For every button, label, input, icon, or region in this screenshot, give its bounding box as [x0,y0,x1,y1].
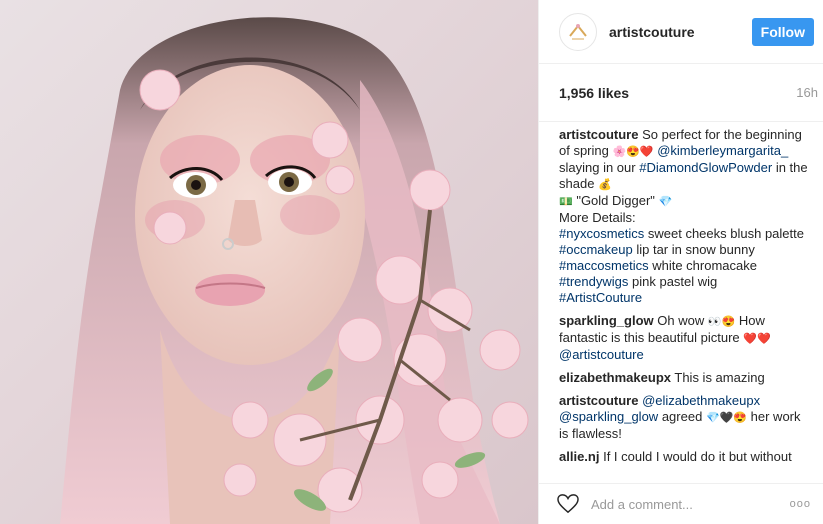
caption-username[interactable]: artistcouture [559,127,638,142]
caption-text: "Gold Digger" [576,193,655,208]
comment-username[interactable]: allie.nj [559,449,599,464]
emoji: 🌸😍❤️ [612,146,654,158]
hashtag-link[interactable]: #trendywigs [559,274,628,289]
portrait-illustration [60,17,529,524]
emoji: 💰 [598,179,612,191]
mention-link[interactable]: @artistcouture [559,347,644,362]
emoji: ❤️❤️ [743,333,771,345]
emoji: 💵 [559,196,573,208]
emoji: 💎 [658,196,673,208]
caption-text: sweet cheeks blush palette [647,226,804,241]
hashtag-link[interactable]: #occmakeup [559,242,633,257]
comment: artistcouture @elizabethmakeupx @sparkli… [559,393,809,442]
caption-text: pink pastel wig [632,274,718,289]
comments-list[interactable]: artistcouture So perfect for the beginni… [539,122,823,467]
post-time[interactable]: 16h [796,85,818,100]
add-comment-input[interactable]: Add a comment... [591,497,790,512]
mention-link[interactable]: @kimberleymargarita_ [657,143,788,158]
avatar[interactable] [559,12,597,51]
caption-text: lip tar in snow bunny [636,242,755,257]
follow-button[interactable]: Follow [751,17,814,46]
emoji: 💎🖤😍 [705,412,748,424]
hashtag-link[interactable]: #DiamondGlowPowder [639,160,772,175]
comment-username[interactable]: artistcouture [559,393,638,408]
comment: allie.nj If I could I would do it but wi… [559,449,809,467]
mention-link[interactable]: @sparkling_glow [559,409,658,424]
post-header: artistcouture Follow [539,0,823,64]
comment-username[interactable]: elizabethmakeupx [559,370,671,385]
comment-username[interactable]: sparkling_glow [559,313,654,328]
comment-bar: Add a comment... ooo [539,483,823,524]
comment: elizabethmakeupx This is amazing [559,370,809,386]
caption-text: white chromacake [652,258,757,273]
post-sidebar: artistcouture Follow 1,956 likes 16h art… [538,0,823,524]
more-options-button[interactable]: ooo [790,498,811,510]
heart-icon[interactable] [557,494,579,514]
likes-row: 1,956 likes 16h [539,64,823,122]
comment-text: This is amazing [674,370,765,385]
artistcouture-logo-icon [569,23,587,39]
likes-count[interactable]: 1,956 likes [559,85,629,101]
caption: artistcouture So perfect for the beginni… [559,127,809,306]
comment: sparkling_glow Oh wow 👀😍 How fantastic i… [559,313,809,363]
mention-link[interactable]: @elizabethmakeupx [642,393,760,408]
hashtag-link[interactable]: #ArtistCouture [559,290,642,305]
caption-text: More Details: [559,210,636,225]
hashtag-link[interactable]: #nyxcosmetics [559,226,644,241]
post-photo[interactable] [0,0,538,524]
comment-text: agreed [661,409,703,424]
caption-text: slaying in our [559,160,636,175]
post-username[interactable]: artistcouture [609,24,752,40]
hashtag-link[interactable]: #maccosmetics [559,258,649,273]
emoji: 👀😍 [707,316,736,328]
instagram-post: artistcouture Follow 1,956 likes 16h art… [0,0,823,524]
comment-text: Oh wow [657,313,705,328]
